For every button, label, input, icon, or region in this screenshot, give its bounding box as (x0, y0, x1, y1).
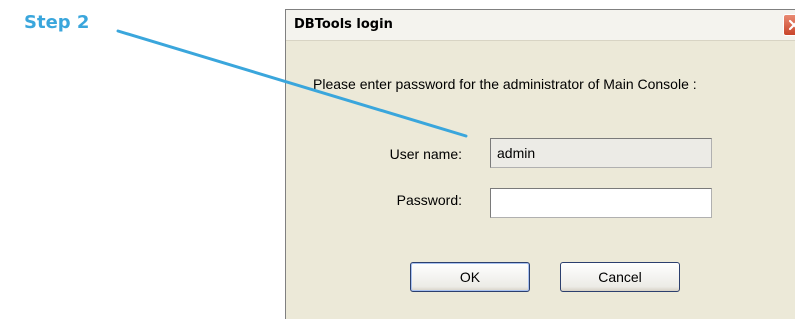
password-label: Password: (396, 192, 462, 208)
step-label: Step 2 (24, 12, 90, 33)
ok-button[interactable]: OK (410, 262, 530, 292)
cancel-button[interactable]: Cancel (560, 262, 680, 292)
username-label: User name: (389, 146, 462, 162)
dialog-titlebar[interactable]: DBTools login (286, 10, 795, 41)
password-prompt: Please enter password for the administra… (313, 76, 697, 92)
dialog-title: DBTools login (294, 17, 393, 32)
login-dialog: DBTools login Please enter password for … (285, 9, 795, 319)
close-icon (788, 19, 795, 31)
close-button[interactable] (783, 14, 795, 36)
username-field[interactable] (490, 138, 712, 168)
password-field[interactable] (490, 188, 712, 218)
